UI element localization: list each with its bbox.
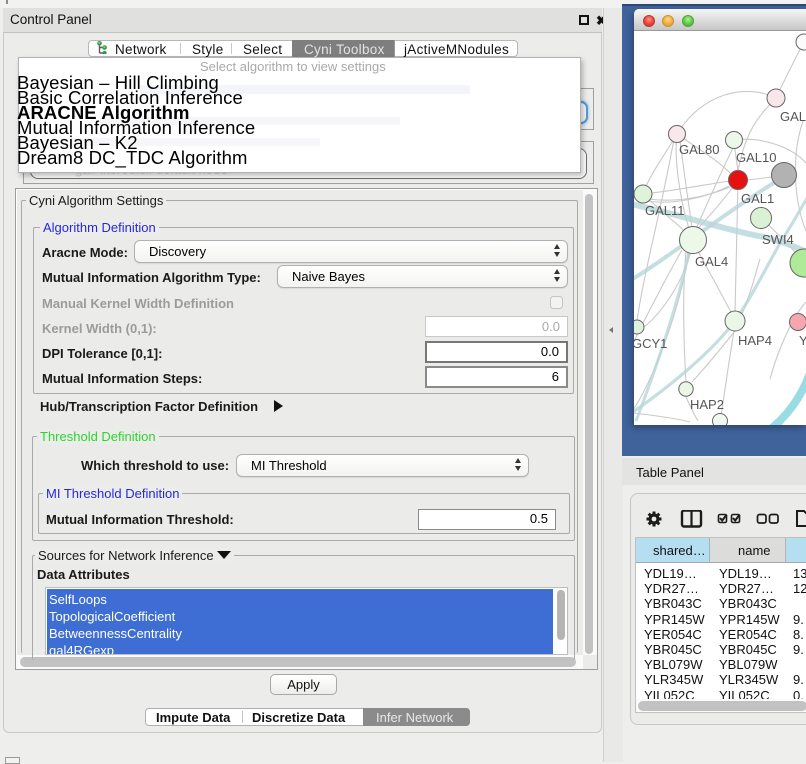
svg-text:GCY1: GCY1 — [634, 336, 667, 351]
svg-text:GAL11: GAL11 — [645, 203, 685, 218]
svg-text:GAL: GAL — [780, 109, 806, 124]
svg-text:Y: Y — [799, 333, 806, 348]
svg-text:GAL4: GAL4 — [695, 254, 728, 269]
svg-text:SWI4: SWI4 — [762, 232, 794, 247]
svg-text:HAP2: HAP2 — [690, 397, 724, 412]
svg-text:GAL80: GAL80 — [679, 142, 719, 157]
svg-text:GAL10: GAL10 — [736, 150, 776, 165]
svg-text:GAL1: GAL1 — [741, 191, 774, 206]
svg-text:HAP4: HAP4 — [738, 333, 772, 348]
